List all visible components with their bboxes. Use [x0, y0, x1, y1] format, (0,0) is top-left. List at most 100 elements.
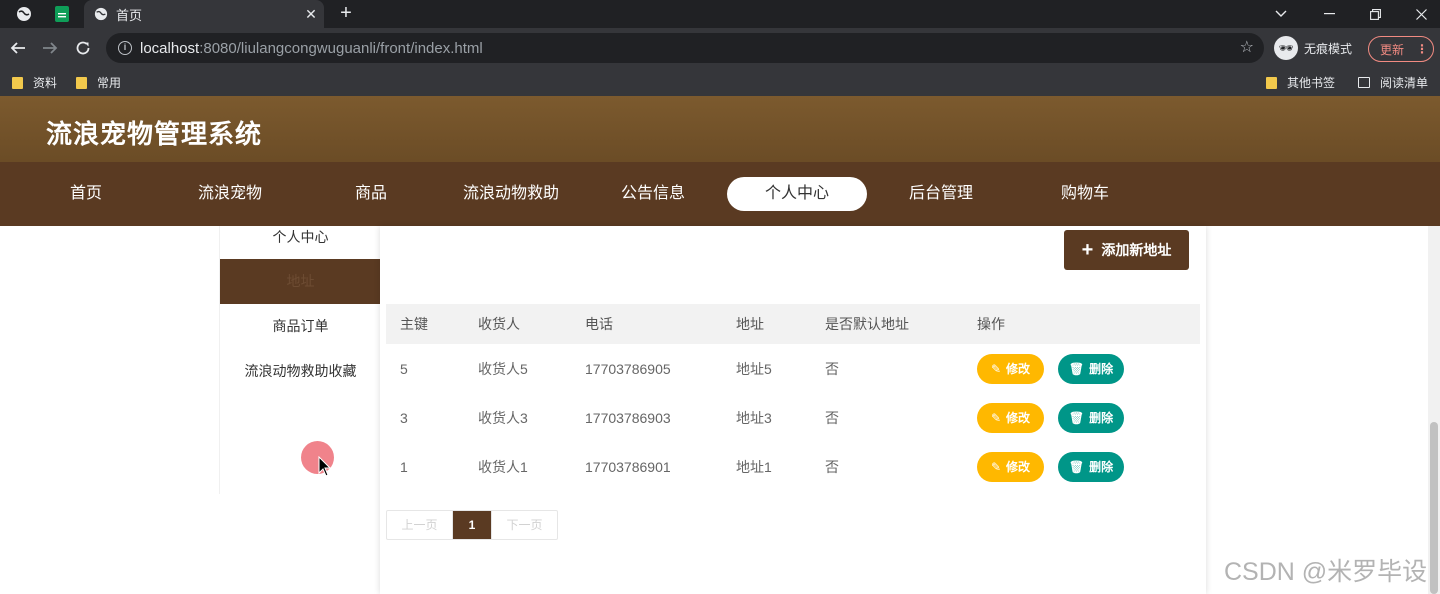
sidebar: 个人中心 地址 商品订单 流浪动物救助收藏	[219, 226, 381, 494]
bookmark-folder-changyong[interactable]: 常用	[76, 74, 121, 91]
add-address-button[interactable]: + 添加新地址	[1064, 230, 1189, 270]
pinned-tab-globe[interactable]	[4, 0, 44, 28]
table-row: 5 收货人5 17703786905 地址5 否 ✎ 修改 🗑 删除	[386, 344, 1200, 393]
col-phone: 电话	[585, 316, 613, 332]
sidebar-item-orders[interactable]: 商品订单	[220, 304, 381, 349]
current-page[interactable]: 1	[453, 511, 491, 539]
prev-page-button[interactable]: 上一页	[387, 511, 453, 539]
trash-icon: 🗑	[1068, 459, 1085, 474]
cell-actions: ✎ 修改 🗑 删除	[977, 442, 1124, 491]
nav-personal-center[interactable]: 个人中心	[727, 177, 867, 211]
table-header: 主键 收货人 电话 地址 是否默认地址 操作	[386, 304, 1200, 344]
site-header: 流浪宠物管理系统	[0, 96, 1440, 162]
window-close-icon[interactable]	[1398, 0, 1440, 28]
address-bar[interactable]: i localhost:8080/liulangcongwuguanli/fro…	[106, 33, 1264, 63]
mouse-cursor-icon	[318, 456, 332, 477]
scrollbar-thumb[interactable]	[1430, 422, 1438, 594]
nav-products[interactable]: 商品	[301, 180, 441, 216]
col-is-default: 是否默认地址	[825, 316, 909, 332]
page-scrollbar[interactable]	[1428, 226, 1440, 594]
nav-announcements[interactable]: 公告信息	[583, 180, 723, 216]
pencil-icon: ✎	[990, 361, 1002, 376]
edit-label: 修改	[1006, 362, 1031, 376]
folder-icon	[1266, 76, 1277, 89]
nav-rescue[interactable]: 流浪动物救助	[441, 180, 581, 216]
cell-address: 地址3	[736, 409, 772, 426]
folder-icon	[12, 76, 23, 89]
col-receiver: 收货人	[478, 316, 520, 332]
tab-home[interactable]: 首页 ✕	[84, 0, 324, 28]
chevron-down-icon[interactable]	[1258, 0, 1304, 28]
table-row: 3 收货人3 17703786903 地址3 否 ✎ 修改 🗑 删除	[386, 393, 1200, 442]
cell-id: 5	[400, 360, 408, 377]
cell-is-default: 否	[825, 458, 839, 475]
forward-arrow-icon[interactable]	[38, 36, 62, 60]
site-info-icon[interactable]: i	[118, 41, 132, 55]
globe-icon	[17, 7, 31, 21]
add-address-label: 添加新地址	[1101, 242, 1172, 258]
col-actions: 操作	[977, 316, 1005, 332]
sidebar-item-address[interactable]: 地址	[220, 259, 381, 304]
bookmark-label: 常用	[97, 76, 122, 90]
nav-home[interactable]: 首页	[16, 180, 156, 216]
edit-button[interactable]: ✎ 修改	[977, 451, 1044, 482]
edit-button[interactable]: ✎ 修改	[977, 353, 1044, 384]
pencil-icon: ✎	[990, 459, 1002, 474]
cell-actions: ✎ 修改 🗑 删除	[977, 393, 1124, 442]
nav-stray-pets[interactable]: 流浪宠物	[160, 180, 300, 216]
cell-is-default: 否	[825, 360, 839, 377]
minimize-icon[interactable]	[1306, 0, 1352, 28]
nav-admin[interactable]: 后台管理	[871, 180, 1011, 216]
cell-phone: 17703786903	[585, 409, 671, 426]
delete-button[interactable]: 🗑 删除	[1058, 451, 1124, 482]
update-button[interactable]: 更新 ⋮	[1368, 36, 1434, 62]
address-panel: + 添加新地址 主键 收货人 电话 地址 是否默认地址 操作 5 收货人5 17…	[380, 226, 1206, 594]
cell-receiver: 收货人1	[478, 458, 528, 475]
cell-receiver: 收货人3	[478, 409, 528, 426]
update-label: 更新	[1380, 42, 1405, 57]
bookmark-folder-other[interactable]: 其他书签	[1266, 74, 1335, 91]
incognito-indicator[interactable]: 🕶 无痕模式	[1274, 35, 1352, 61]
cell-receiver: 收货人5	[478, 360, 528, 377]
tab-title: 首页	[116, 7, 143, 23]
browser-toolbar: i localhost:8080/liulangcongwuguanli/fro…	[0, 28, 1440, 68]
globe-icon	[94, 7, 108, 21]
reload-icon[interactable]	[71, 36, 95, 60]
watermark: CSDN @米罗毕设	[1224, 558, 1428, 586]
delete-button[interactable]: 🗑 删除	[1058, 402, 1124, 433]
bookmark-label: 资料	[33, 76, 58, 90]
browser-tab-strip: 首页 ✕ +	[0, 0, 1440, 28]
main-nav: 首页 流浪宠物 商品 流浪动物救助 公告信息 个人中心 后台管理 购物车	[0, 162, 1440, 226]
folder-icon	[76, 76, 87, 89]
delete-button[interactable]: 🗑 删除	[1058, 353, 1124, 384]
bookmark-label: 其他书签	[1287, 76, 1336, 90]
next-page-button[interactable]: 下一页	[491, 511, 557, 539]
new-tab-button[interactable]: +	[334, 2, 358, 26]
nav-cart[interactable]: 购物车	[1015, 180, 1155, 216]
cell-actions: ✎ 修改 🗑 删除	[977, 344, 1124, 393]
sidebar-item-personal-center[interactable]: 个人中心	[220, 215, 381, 260]
pinned-tab-sheets[interactable]	[42, 0, 82, 28]
bookmark-star-icon[interactable]: ☆	[1240, 37, 1254, 57]
delete-label: 删除	[1089, 411, 1114, 425]
cell-is-default: 否	[825, 409, 839, 426]
cell-address: 地址5	[736, 360, 772, 377]
cell-id: 3	[400, 409, 408, 426]
incognito-label: 无痕模式	[1304, 41, 1353, 56]
delete-label: 删除	[1089, 460, 1114, 474]
sidebar-item-rescue-favorites[interactable]: 流浪动物救助收藏	[220, 349, 381, 394]
back-arrow-icon[interactable]	[6, 36, 30, 60]
edit-button[interactable]: ✎ 修改	[977, 402, 1044, 433]
sheets-icon	[55, 6, 69, 22]
edit-label: 修改	[1006, 460, 1031, 474]
close-icon[interactable]: ✕	[298, 6, 324, 23]
reading-list-icon	[1358, 77, 1370, 88]
pencil-icon: ✎	[990, 410, 1002, 425]
cell-phone: 17703786901	[585, 458, 671, 475]
reading-list[interactable]: 阅读清单	[1358, 74, 1428, 91]
restore-icon[interactable]	[1352, 0, 1398, 28]
trash-icon: 🗑	[1068, 410, 1085, 425]
bookmark-folder-ziliao[interactable]: 资料	[12, 74, 57, 91]
address-table: 主键 收货人 电话 地址 是否默认地址 操作 5 收货人5 1770378690…	[386, 304, 1200, 491]
col-address: 地址	[736, 316, 764, 332]
